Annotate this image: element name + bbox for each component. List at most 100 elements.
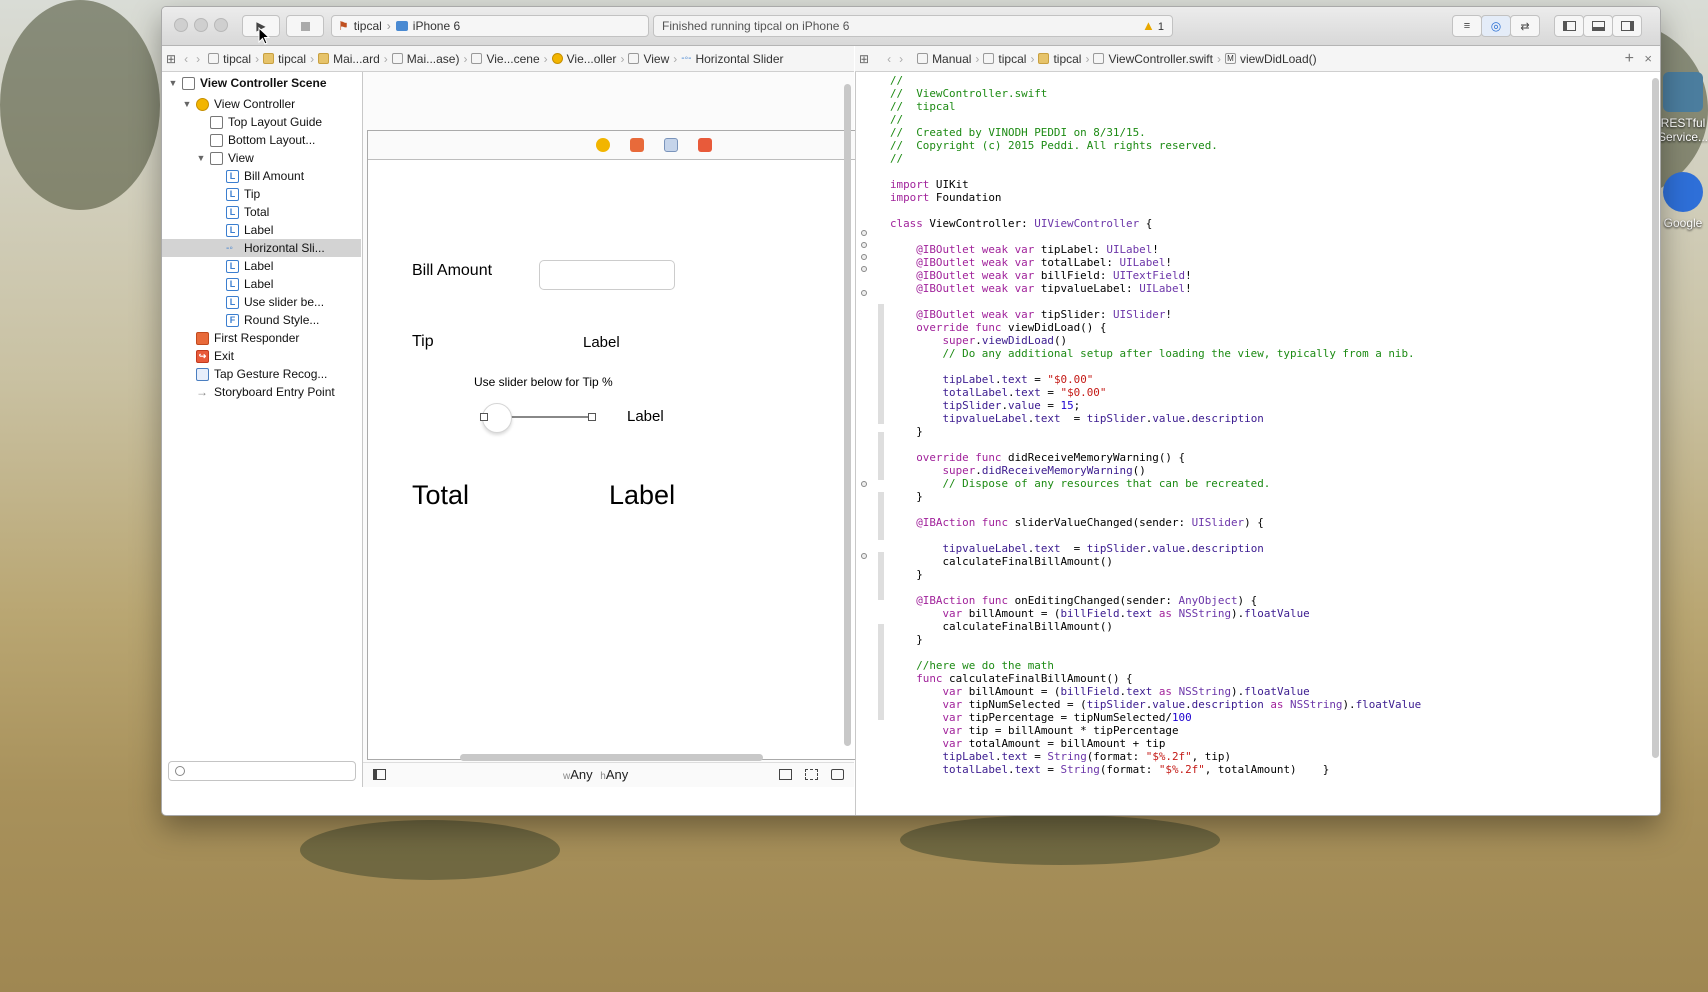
- gesture-recognizer-icon[interactable]: [664, 138, 678, 152]
- selection-handle[interactable]: [588, 413, 596, 421]
- breadcrumb-label: tipcal: [278, 51, 307, 66]
- outlet-connection-icon[interactable]: [861, 290, 867, 296]
- back-arrow-icon[interactable]: ‹: [180, 52, 192, 66]
- canvas-horizontal-scrollbar[interactable]: [460, 754, 763, 761]
- outline-item[interactable]: First Responder: [196, 329, 299, 347]
- disclosure-triangle-icon[interactable]: ▼: [196, 153, 206, 163]
- breadcrumb-label: Horizontal Slider: [695, 51, 784, 66]
- outlet-connection-icon[interactable]: [861, 230, 867, 236]
- breadcrumb-label: tipcal: [223, 51, 252, 66]
- align-icon[interactable]: [779, 769, 792, 780]
- tip-label[interactable]: Tip: [412, 333, 434, 351]
- outline-item-label: Horizontal Sli...: [244, 241, 325, 255]
- selection-handle[interactable]: [480, 413, 488, 421]
- breadcrumb-item[interactable]: View: [624, 52, 673, 66]
- desktop-icon-google[interactable]: Google: [1658, 172, 1708, 230]
- outline-item[interactable]: ▼ View: [196, 149, 254, 167]
- zoom-window-button[interactable]: [214, 18, 228, 32]
- breadcrumb-item[interactable]: Vie...cene: [467, 52, 543, 66]
- storyboard-canvas[interactable]: Bill Amount Tip Label Use slider below f…: [363, 72, 867, 787]
- size-class-control[interactable]: wAny hAny: [563, 767, 628, 782]
- bill-amount-text-field[interactable]: [539, 260, 675, 290]
- tip-slider[interactable]: [480, 403, 596, 433]
- total-label[interactable]: Total: [412, 480, 469, 511]
- exit-icon[interactable]: [698, 138, 712, 152]
- warning-badge[interactable]: ▲ 1: [1142, 18, 1164, 33]
- canvas-vertical-scrollbar[interactable]: [844, 84, 851, 746]
- desktop-icon-restful[interactable]: RESTful Service...: [1658, 72, 1708, 144]
- breadcrumb-item[interactable]: -◦- Horizontal Slider: [677, 52, 787, 66]
- outlet-connection-icon[interactable]: [861, 242, 867, 248]
- slider-value-label[interactable]: Label: [627, 408, 664, 425]
- view-controller-scene[interactable]: Bill Amount Tip Label Use slider below f…: [367, 130, 867, 760]
- toggle-utilities-button[interactable]: [1612, 15, 1642, 37]
- outline-filter-field[interactable]: [168, 761, 356, 781]
- breadcrumb-item[interactable]: tipcal: [204, 52, 255, 66]
- first-responder-icon: [196, 331, 209, 345]
- breadcrumb-item[interactable]: ViewController.swift: [1089, 52, 1216, 66]
- toggle-navigator-button[interactable]: [1554, 15, 1584, 37]
- forward-arrow-icon[interactable]: ›: [895, 52, 907, 66]
- forward-arrow-icon[interactable]: ›: [192, 52, 204, 66]
- editor-vertical-scrollbar[interactable]: [1652, 78, 1659, 758]
- breadcrumb-item[interactable]: Mai...ard: [314, 52, 384, 66]
- breadcrumb-item[interactable]: tipcal: [259, 52, 310, 66]
- add-editor-icon[interactable]: +: [1625, 50, 1634, 68]
- outline-item[interactable]: L Label: [226, 275, 273, 293]
- standard-editor-button[interactable]: ≡: [1452, 15, 1482, 37]
- outline-item[interactable]: L Tip: [226, 185, 260, 203]
- version-editor-button[interactable]: ⇄: [1510, 15, 1540, 37]
- action-connection-icon[interactable]: [861, 481, 867, 487]
- outline-item[interactable]: ↪ Exit: [196, 347, 234, 365]
- first-responder-icon[interactable]: [630, 138, 644, 152]
- breadcrumb-item[interactable]: tipcal: [979, 52, 1030, 66]
- bill-amount-label[interactable]: Bill Amount: [412, 262, 492, 280]
- breadcrumb-item[interactable]: Mai...ase): [388, 52, 464, 66]
- disclosure-triangle-icon[interactable]: ▼: [168, 78, 178, 88]
- outlet-connection-icon[interactable]: [861, 266, 867, 272]
- view-controller-icon[interactable]: [596, 138, 610, 152]
- scope-bar: [878, 304, 884, 424]
- outline-item-label: Use slider be...: [244, 295, 325, 309]
- outline-item[interactable]: → Storyboard Entry Point: [196, 383, 335, 401]
- pin-icon[interactable]: [805, 769, 818, 780]
- toggle-outline-icon[interactable]: [373, 769, 386, 780]
- scheme-selector[interactable]: ⚑ tipcal › iPhone 6: [331, 15, 649, 37]
- outline-item[interactable]: L Label: [226, 257, 273, 275]
- slider-hint-label[interactable]: Use slider below for Tip %: [474, 375, 613, 389]
- outline-item[interactable]: Tap Gesture Recog...: [196, 365, 327, 383]
- back-arrow-icon[interactable]: ‹: [883, 52, 895, 66]
- outline-item-label: View: [228, 151, 254, 165]
- source-code[interactable]: // // ViewController.swift // tipcal // …: [890, 74, 1421, 776]
- related-items-icon[interactable]: ⊞: [855, 52, 873, 66]
- assistant-editor-button[interactable]: ◎: [1481, 15, 1511, 37]
- close-editor-icon[interactable]: ×: [1644, 51, 1652, 66]
- outline-item[interactable]: L Label: [226, 221, 273, 239]
- minimize-window-button[interactable]: [194, 18, 208, 32]
- tip-value-label[interactable]: Label: [583, 334, 620, 351]
- outline-item[interactable]: ▼ View Controller: [182, 95, 296, 113]
- stop-button[interactable]: [286, 15, 324, 37]
- close-window-button[interactable]: [174, 18, 188, 32]
- outline-item-label: First Responder: [214, 331, 300, 345]
- toggle-debug-area-button[interactable]: [1583, 15, 1613, 37]
- code-editor[interactable]: // // ViewController.swift // tipcal // …: [855, 72, 1660, 815]
- outline-item[interactable]: L Bill Amount: [226, 167, 304, 185]
- outline-item[interactable]: F Round Style...: [226, 311, 319, 329]
- total-value-label[interactable]: Label: [609, 480, 675, 511]
- disclosure-triangle-icon[interactable]: ▼: [182, 99, 192, 109]
- outline-item-selected[interactable]: -◦ Horizontal Sli...: [162, 239, 361, 257]
- breadcrumb-item[interactable]: Manual: [913, 52, 975, 66]
- resolve-issues-icon[interactable]: [831, 769, 844, 780]
- breadcrumb-item[interactable]: MviewDidLoad(): [1221, 52, 1321, 66]
- outline-scene[interactable]: ▼ View Controller Scene: [168, 74, 327, 92]
- outlet-connection-icon[interactable]: [861, 254, 867, 260]
- related-items-icon[interactable]: ⊞: [162, 52, 180, 66]
- outline-item[interactable]: L Use slider be...: [226, 293, 324, 311]
- breadcrumb-item[interactable]: tipcal: [1034, 52, 1085, 66]
- outline-item[interactable]: Bottom Layout...: [210, 131, 315, 149]
- outline-item[interactable]: Top Layout Guide: [210, 113, 322, 131]
- breadcrumb-item[interactable]: Vie...oller: [548, 52, 621, 66]
- outline-item[interactable]: L Total: [226, 203, 269, 221]
- action-connection-icon[interactable]: [861, 553, 867, 559]
